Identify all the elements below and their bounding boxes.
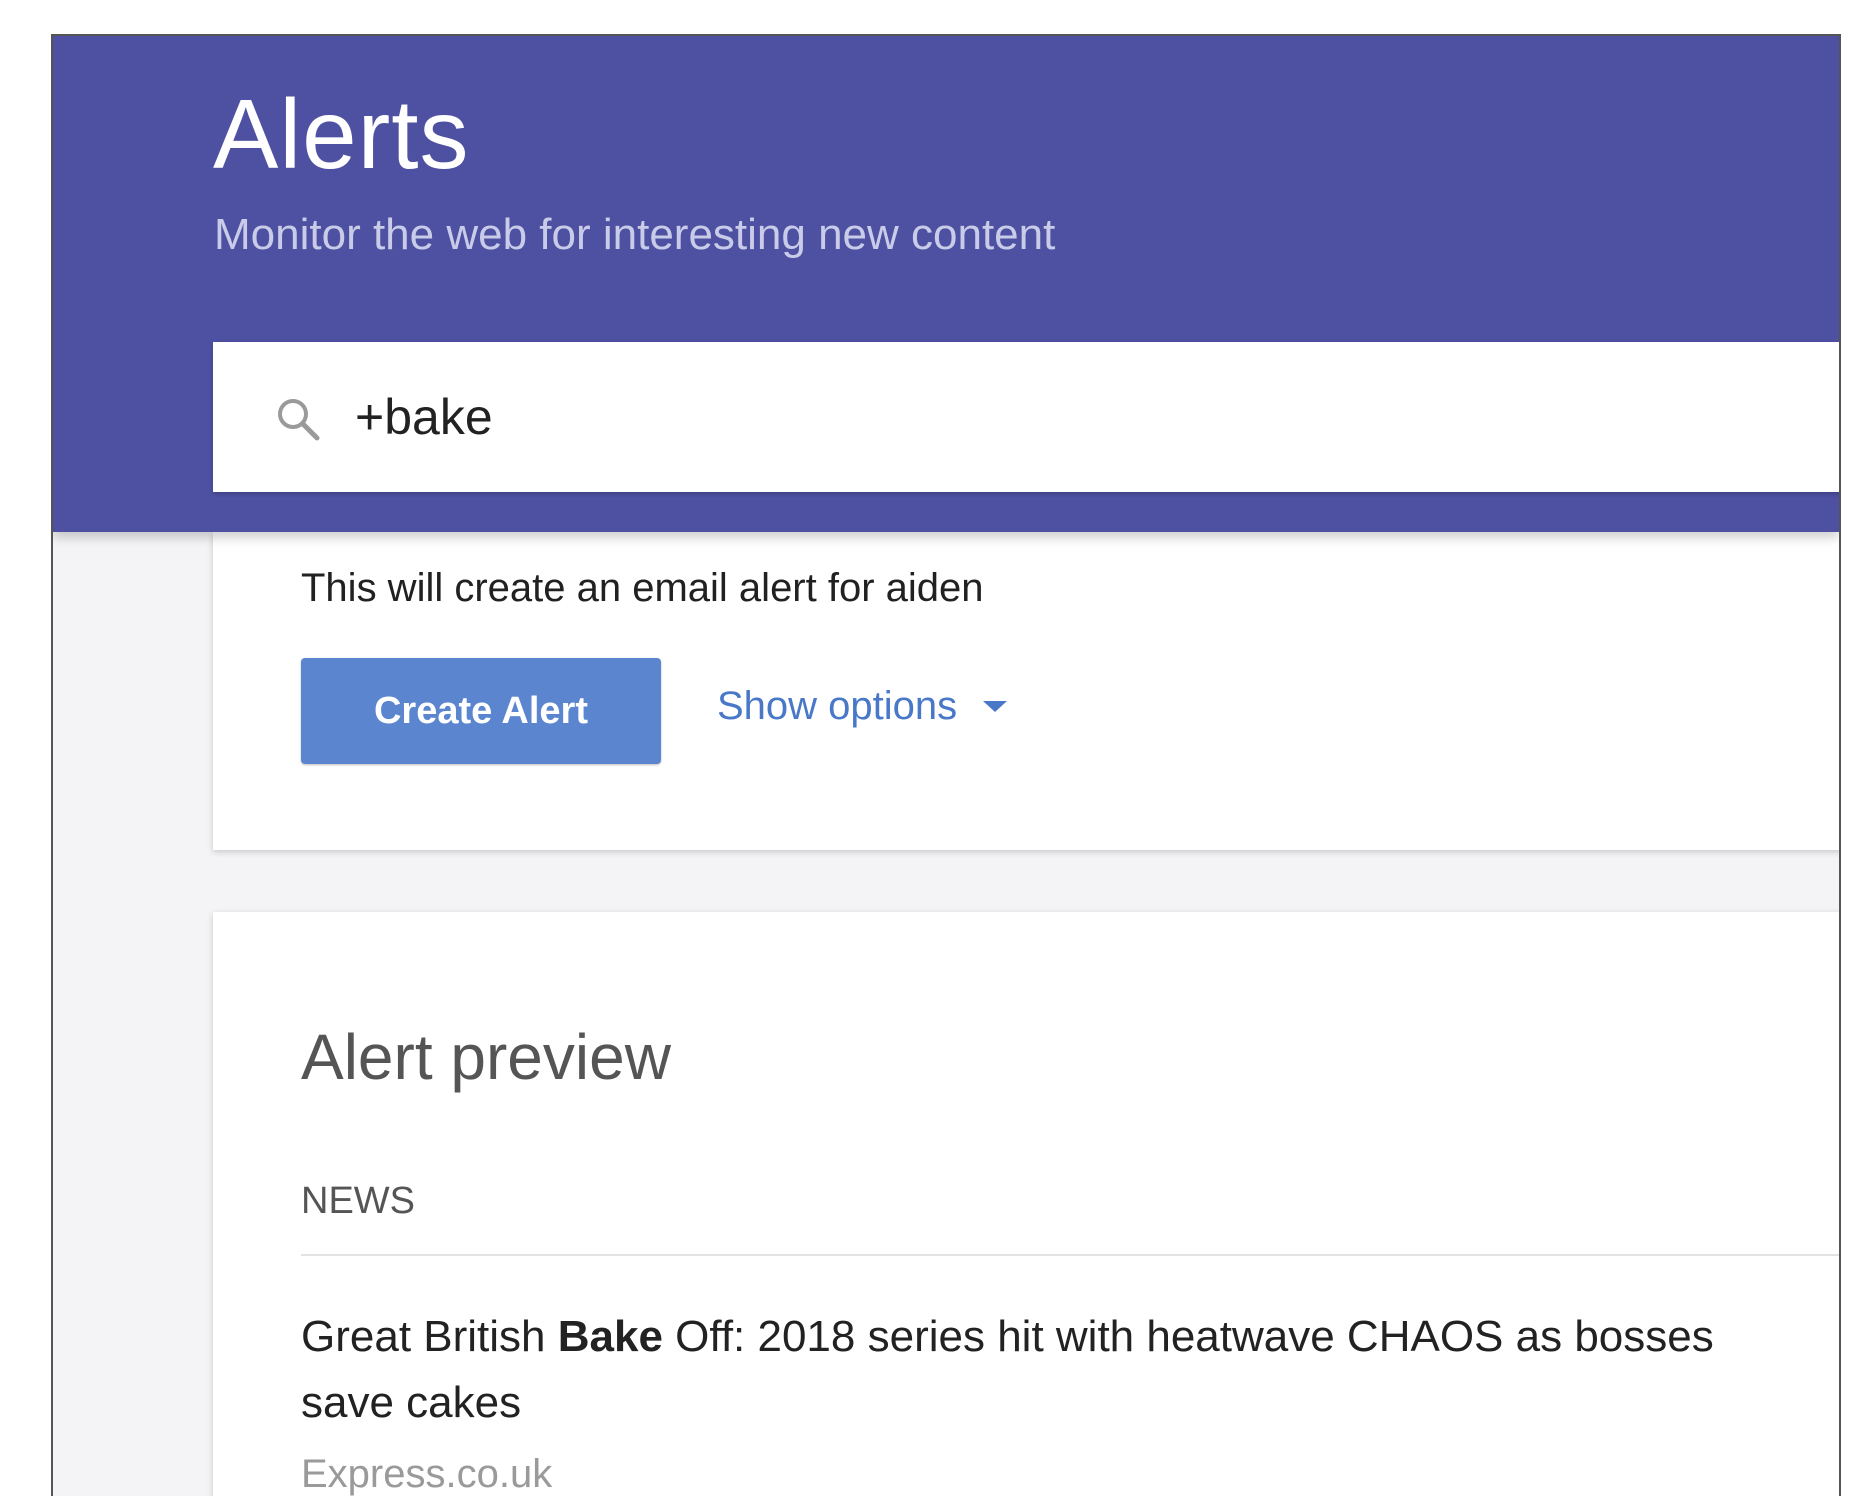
create-alert-card: This will create an email alert for aide… xyxy=(213,532,1839,850)
news-source: Express.co.uk xyxy=(301,1452,553,1496)
alert-preview-title: Alert preview xyxy=(301,1021,671,1093)
news-section-label: NEWS xyxy=(301,1180,415,1222)
alert-preview-card: Alert preview NEWS Great British Bake Of… xyxy=(213,912,1839,1496)
news-title-highlight: Bake xyxy=(557,1312,663,1361)
section-divider xyxy=(301,1254,1839,1256)
create-alert-button[interactable]: Create Alert xyxy=(301,658,661,764)
page-subtitle: Monitor the web for interesting new cont… xyxy=(214,210,1056,259)
news-title-line2: save cakes xyxy=(301,1378,522,1427)
app-window: Alerts Monitor the web for interesting n… xyxy=(51,34,1841,1496)
news-title-before: Great British xyxy=(301,1312,558,1361)
alert-query-input[interactable]: +bake xyxy=(355,388,493,446)
email-alert-note: This will create an email alert for aide… xyxy=(301,566,984,610)
search-icon xyxy=(278,399,320,441)
show-options-label: Show options xyxy=(717,684,958,728)
caret-down-icon xyxy=(983,701,1008,712)
alert-query-box[interactable]: +bake xyxy=(213,342,1839,492)
page-title: Alerts xyxy=(213,79,470,189)
alerts-header: Alerts Monitor the web for interesting n… xyxy=(53,36,1839,532)
show-options-link[interactable]: Show options xyxy=(717,684,1008,729)
news-title-after: Off: 2018 series hit with heatwave CHAOS… xyxy=(662,1312,1714,1361)
news-item-link[interactable]: Great British Bake Off: 2018 series hit … xyxy=(301,1304,1839,1436)
